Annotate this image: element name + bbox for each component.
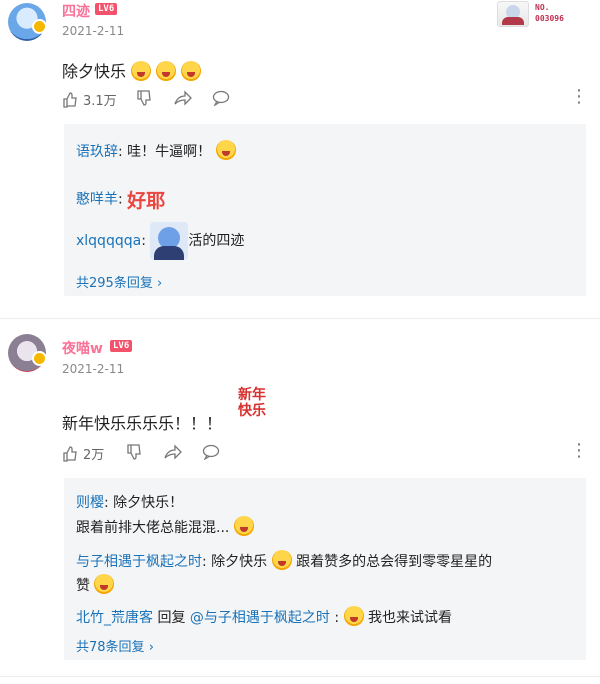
more-replies-label: 共78条回复 (76, 640, 145, 655)
chevron-right-icon: › (148, 640, 154, 655)
action-bar: 2万 ⋮ (0, 442, 600, 464)
surprised-emoji-icon (131, 61, 152, 81)
reply-username[interactable]: 北竹_荒唐客 (76, 610, 153, 626)
comment-date: 2021-2-11 (62, 362, 125, 376)
reply-text: 除夕快乐！ (113, 495, 184, 511)
reply-text: 赞 (76, 578, 90, 594)
more-options-icon[interactable]: ⋮ (570, 88, 588, 106)
chat-bubble-icon (202, 444, 220, 460)
share-button[interactable] (174, 90, 192, 106)
chat-bubble-icon (212, 90, 230, 106)
like-button[interactable]: 3.1万 (62, 90, 117, 109)
level-badge: LV6 (110, 340, 133, 352)
more-options-icon[interactable]: ⋮ (570, 442, 588, 460)
reply-button[interactable] (202, 444, 220, 460)
action-bar: 3.1万 ⋮ (0, 88, 600, 110)
haoye-sticker: 好耶 (127, 190, 166, 212)
reply-item: 北竹_荒唐客 回复 @与子相遇于枫起之时 : 我也来试试看 (76, 606, 452, 627)
like-count: 3.1万 (83, 94, 117, 109)
share-icon (174, 90, 192, 106)
colon: : (202, 554, 212, 570)
thumb-up-icon (63, 91, 77, 108)
reply-username[interactable]: 语玖辞 (76, 144, 118, 160)
comment-date: 2021-2-11 (62, 24, 125, 38)
more-replies-link[interactable]: 共78条回复 › (76, 636, 154, 655)
reply-text: 我也来试试看 (367, 610, 452, 626)
fan-badge-no: NO. (535, 3, 550, 12)
chevron-right-icon: › (156, 276, 163, 291)
colon: : (118, 144, 128, 160)
thumb-down-icon (137, 90, 151, 106)
colon: : (329, 610, 344, 626)
reply-word: 回复 (157, 610, 186, 626)
reply-item-cont: 赞 (76, 574, 115, 595)
colon: : (104, 495, 114, 511)
more-replies-link[interactable]: 共295条回复 › (76, 272, 162, 291)
reply-text: 跟着前排大佬总能混混... (76, 520, 230, 536)
reply-item-cont: 跟着前排大佬总能混混... (76, 516, 254, 537)
surprised-emoji-icon (181, 61, 202, 81)
more-replies-label: 共295条回复 (76, 276, 153, 291)
surprised-emoji-icon (215, 140, 236, 160)
mention-link[interactable]: @与子相遇于枫起之时 (190, 610, 330, 626)
dog-emoji-icon (94, 574, 115, 594)
comment-text: 新年快乐乐乐乐！！！ (62, 414, 223, 433)
reply-text: 除夕快乐 (211, 554, 268, 570)
colon: : (141, 233, 151, 249)
share-icon (164, 444, 182, 460)
verified-badge-icon (32, 19, 47, 34)
comment-text-body: 除夕快乐 (62, 62, 127, 81)
reply-button[interactable] (212, 90, 230, 106)
username[interactable]: 四迹 (62, 1, 90, 21)
divider (0, 676, 600, 677)
reply-username[interactable]: 憨咩羊 (76, 192, 118, 208)
dislike-button[interactable] (126, 444, 142, 460)
reply-item: 与子相遇于枫起之时: 除夕快乐 跟着赞多的总会得到零零星星的 (76, 550, 492, 571)
reply-text: 活的四迹 (188, 233, 245, 249)
reply-box: 语玖辞: 哇！牛逼啊！ 憨咩羊: 好耶 xlqqqqqa: 活的四迹 共295条… (64, 124, 586, 296)
username[interactable]: 夜喵w (62, 338, 103, 358)
reply-box: 则樱: 除夕快乐！ 跟着前排大佬总能混混... 与子相遇于枫起之时: 除夕快乐 … (64, 478, 586, 660)
grin-emoji-icon (271, 550, 292, 570)
fan-badge-number: 003096 (535, 14, 564, 23)
divider (0, 318, 600, 319)
reply-username[interactable]: 则樱 (76, 495, 104, 511)
verified-badge-icon (32, 351, 47, 366)
surprised-emoji-icon (156, 61, 177, 81)
reply-text: 哇！牛逼啊！ (127, 144, 212, 160)
fan-badge-avatar (497, 1, 529, 27)
reply-item: 则樱: 除夕快乐！ (76, 492, 183, 512)
thumb-up-icon (63, 445, 77, 462)
comment-text: 除夕快乐 (62, 58, 202, 82)
like-button[interactable]: 2万 (62, 444, 104, 463)
new-year-sticker-text: 新年快乐 (238, 387, 266, 419)
reply-username[interactable]: xlqqqqqa (76, 233, 141, 249)
fan-badge: NO. 003096 (497, 0, 577, 27)
reply-item: 憨咩羊: 好耶 (76, 186, 165, 213)
character-sticker-icon (150, 222, 189, 260)
reply-text: 跟着赞多的总会得到零零星星的 (296, 554, 493, 570)
share-button[interactable] (164, 444, 182, 460)
new-year-sticker: 新年快乐 (238, 387, 274, 419)
thumb-down-icon (127, 444, 141, 460)
level-badge: LV6 (95, 3, 118, 15)
like-count: 2万 (83, 448, 105, 463)
surprised-emoji-icon (343, 606, 364, 626)
dislike-button[interactable] (136, 90, 152, 106)
blush-emoji-icon (233, 516, 254, 536)
colon: : (118, 191, 128, 208)
reply-item: xlqqqqqa: 活的四迹 (76, 222, 244, 260)
reply-item: 语玖辞: 哇！牛逼啊！ (76, 140, 236, 161)
reply-username[interactable]: 与子相遇于枫起之时 (76, 554, 202, 570)
